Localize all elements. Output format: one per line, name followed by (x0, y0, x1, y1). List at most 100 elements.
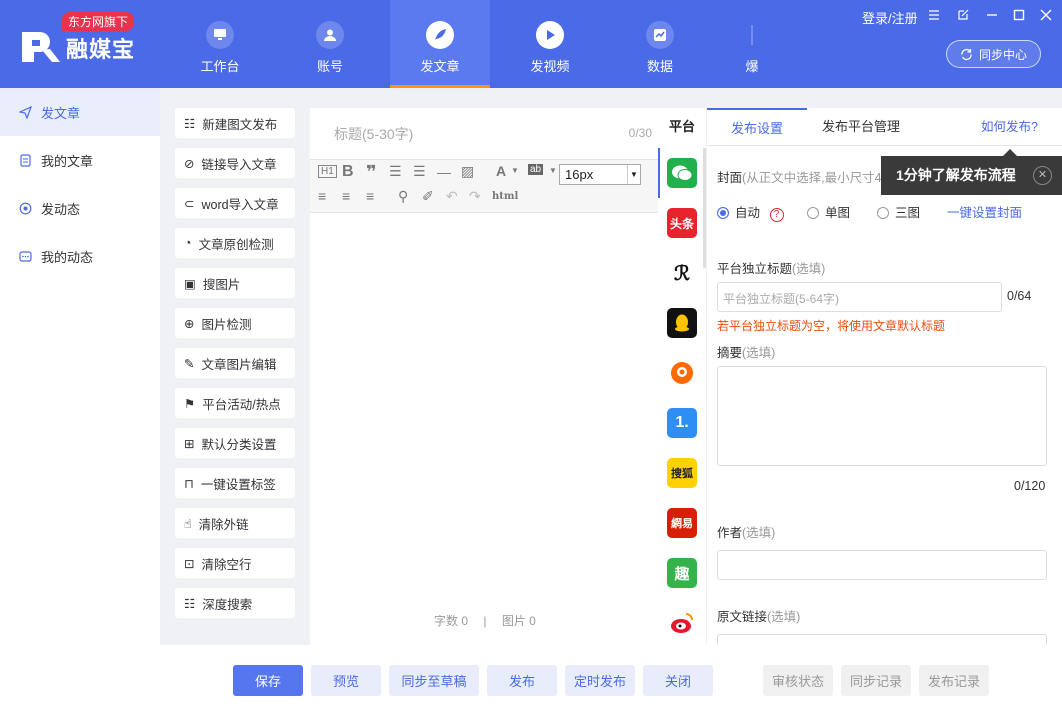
platform-scrollbar[interactable] (703, 148, 706, 268)
qq-icon[interactable] (667, 308, 697, 338)
format-brush-icon[interactable]: ✐ (422, 188, 434, 205)
optional-hint: (选填) (792, 262, 826, 276)
font-color-icon[interactable]: A (496, 163, 506, 179)
nav-data[interactable]: 数据 (610, 0, 710, 88)
nav-label: 发视频 (530, 59, 570, 74)
nav-publish-article[interactable]: 发文章 (390, 0, 490, 88)
close-button[interactable]: 关闭 (643, 665, 713, 696)
publish-guide-tooltip[interactable]: 1分钟了解发布流程 ✕ (881, 149, 1062, 195)
tab-platform-management[interactable]: 发布平台管理 (822, 108, 900, 146)
save-button[interactable]: 保存 (233, 665, 303, 696)
sync-center-button[interactable]: 同步中心 (946, 40, 1041, 68)
edit-icon[interactable] (957, 9, 969, 24)
chat-icon (19, 250, 32, 262)
align-right-icon[interactable]: ≡ (366, 188, 374, 204)
author-input[interactable] (717, 550, 1047, 580)
login-link[interactable]: 登录/注册 (862, 8, 918, 27)
tab-publish-settings[interactable]: 发布设置 (707, 108, 807, 146)
font-color-dropdown-icon[interactable]: ▼ (511, 166, 519, 175)
sync-records-button[interactable]: 同步记录 (841, 665, 911, 696)
background-color-dropdown-icon[interactable]: ▼ (549, 166, 557, 175)
check-icon: ◔ (184, 236, 192, 250)
menu-post-dynamic[interactable]: 发动态 (0, 184, 160, 232)
nav-label: 账号 (316, 59, 343, 74)
close-icon[interactable] (1040, 9, 1052, 24)
tool-default-category[interactable]: ⊞ 默认分类设置 (175, 428, 295, 458)
tool-set-tags[interactable]: ⊓ 一键设置标签 (175, 468, 295, 498)
tooltip-close-icon[interactable]: ✕ (1033, 166, 1052, 185)
source-link-input[interactable] (717, 634, 1047, 645)
tool-word-import[interactable]: ⊂ word导入文章 (175, 188, 295, 218)
nav-workbench[interactable]: 工作台 (170, 0, 270, 88)
heading-icon[interactable]: H1 (318, 165, 337, 178)
redo-icon[interactable]: ↷ (469, 188, 481, 205)
maximize-icon[interactable] (1013, 9, 1025, 24)
word-image-count: 字数 0 | 图片 0 (434, 612, 536, 629)
tool-image-edit[interactable]: ✎ 文章图片编辑 (175, 348, 295, 378)
netease-icon[interactable]: 網易 (667, 508, 697, 538)
publish-button[interactable]: 发布 (487, 665, 557, 696)
menu-my-articles[interactable]: 我的文章 (0, 136, 160, 184)
preview-button[interactable]: 预览 (311, 665, 381, 696)
tool-image-check[interactable]: ⊕ 图片检测 (175, 308, 295, 338)
tool-clear-links[interactable]: ☝ 清除外链 (175, 508, 295, 538)
sync-icon (961, 48, 972, 60)
html-source-button[interactable]: html (492, 191, 518, 202)
cover-auto-option[interactable]: 自动 ? (717, 202, 784, 222)
sohu-icon[interactable]: 搜狐 (667, 458, 697, 488)
scheduled-publish-button[interactable]: 定时发布 (565, 665, 635, 696)
bold-icon[interactable]: B (342, 163, 354, 181)
hot-icon (738, 21, 766, 49)
align-center-icon[interactable]: ≡ (342, 188, 350, 204)
title-input[interactable]: 标题(5-30字) (334, 124, 413, 144)
tool-link-import[interactable]: ⊘ 链接导入文章 (175, 148, 295, 178)
tool-originality-check[interactable]: ◔ 文章原创检测 (175, 228, 295, 258)
minimize-icon[interactable] (986, 9, 998, 24)
nav-hot[interactable]: 爆 (702, 0, 802, 88)
help-icon[interactable]: ? (769, 208, 784, 222)
document-icon (20, 153, 31, 167)
summary-textarea[interactable] (717, 366, 1047, 466)
nav-account[interactable]: 账号 (280, 0, 380, 88)
tool-search-images[interactable]: ▣ 搜图片 (175, 268, 295, 298)
nav-publish-video[interactable]: 发视频 (500, 0, 600, 88)
monitor-icon (206, 21, 234, 49)
align-left-icon[interactable]: ≡ (318, 188, 326, 204)
menu-publish-article[interactable]: 发文章 (0, 88, 160, 136)
dayu-icon[interactable]: ℛ (667, 258, 697, 288)
cover-triple-option[interactable]: 三图 (877, 202, 920, 221)
menu-icon[interactable] (928, 9, 940, 24)
chevron-down-icon: ▼ (627, 165, 640, 184)
insert-image-icon[interactable]: ▨ (461, 163, 474, 180)
undo-icon[interactable]: ↶ (446, 188, 458, 205)
review-status-button[interactable]: 审核状态 (763, 665, 833, 696)
qutoutiao-icon[interactable]: 趣 (667, 558, 697, 588)
platform-title-input[interactable]: 平台独立标题(5-64字) (717, 282, 1002, 312)
tool-deep-search[interactable]: ☷ 深度搜索 (175, 588, 295, 618)
horizontal-rule-icon[interactable]: — (437, 164, 451, 180)
wechat-icon[interactable] (667, 158, 697, 188)
find-replace-icon[interactable]: ⚲ (398, 188, 408, 205)
tool-platform-hot[interactable]: ⚑ 平台活动/热点 (175, 388, 295, 418)
menu-label: 我的文章 (41, 153, 94, 169)
cover-single-option[interactable]: 单图 (807, 202, 850, 221)
ordered-list-icon[interactable]: ☰ (389, 163, 402, 180)
trash-icon: ⊡ (184, 556, 195, 571)
one-click-cover-link[interactable]: 一键设置封面 (947, 202, 1022, 221)
tool-clear-empty-lines[interactable]: ⊡ 清除空行 (175, 548, 295, 578)
unordered-list-icon[interactable]: ☰ (413, 163, 426, 180)
feather-icon (426, 21, 454, 49)
publish-records-button[interactable]: 发布记录 (919, 665, 989, 696)
tool-new-article[interactable]: ☷ 新建图文发布 (175, 108, 295, 138)
weibo-orange-icon[interactable] (667, 358, 697, 388)
quote-icon[interactable]: ❞ (366, 162, 377, 183)
sina-weibo-icon[interactable] (667, 608, 697, 638)
yidian-icon[interactable]: 1. (667, 408, 697, 438)
menu-my-dynamics[interactable]: 我的动态 (0, 232, 160, 280)
background-color-icon[interactable]: ab (528, 164, 544, 175)
sync-draft-button[interactable]: 同步至草稿 (389, 665, 479, 696)
font-size-select[interactable]: 16px ▼ (559, 164, 641, 185)
toutiao-icon[interactable]: 头条 (667, 208, 697, 238)
how-to-publish-link[interactable]: 如何发布? (981, 108, 1038, 146)
app-logo: 融媒宝 东方网旗下 (20, 12, 140, 68)
